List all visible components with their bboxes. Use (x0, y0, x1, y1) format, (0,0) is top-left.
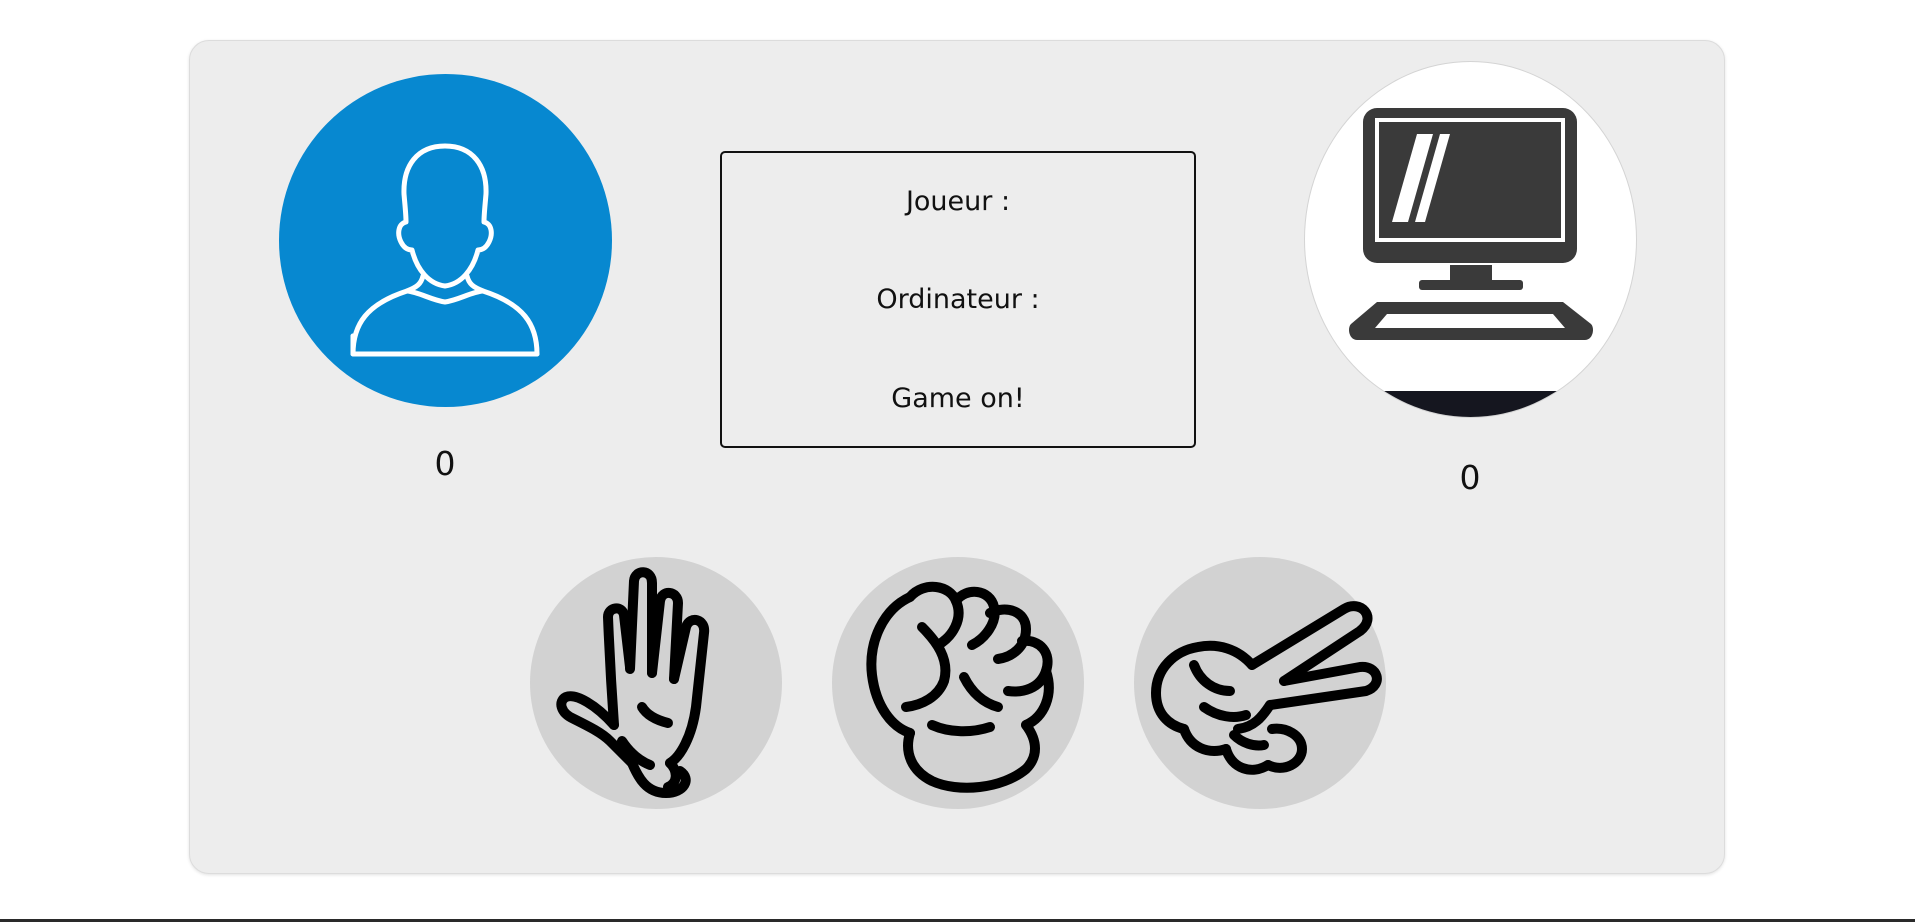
paper-button[interactable] (530, 557, 782, 809)
computer-choice-label: Ordinateur : (876, 284, 1040, 315)
desk-strip (1305, 391, 1636, 417)
rock-button[interactable] (832, 557, 1084, 809)
peace-hand-icon (1151, 601, 1382, 775)
status-panel: Joueur : Ordinateur : Game on! (720, 151, 1196, 448)
result-message: Game on! (891, 383, 1025, 414)
computer-score: 0 (1459, 458, 1481, 497)
desktop-computer-icon (1349, 108, 1593, 340)
fist-icon (866, 581, 1054, 793)
open-hand-icon (556, 567, 710, 798)
player-avatar (279, 74, 612, 407)
player-choice-label: Joueur : (905, 186, 1011, 217)
player-score: 0 (434, 444, 456, 483)
scissors-button[interactable] (1134, 557, 1386, 809)
user-silhouette-icon (350, 143, 540, 357)
computer-avatar (1304, 61, 1637, 418)
